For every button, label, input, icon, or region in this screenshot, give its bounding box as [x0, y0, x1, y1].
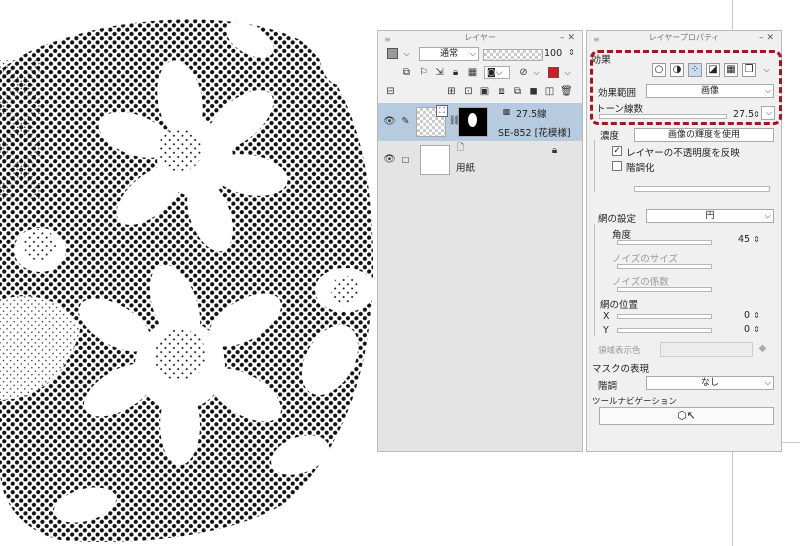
angle-slider[interactable]	[617, 240, 712, 245]
x-label: X	[603, 311, 610, 322]
trash-icon[interactable]: 🗑︎	[560, 85, 573, 98]
tool-nav-label: ツールナビゲーション	[592, 397, 677, 407]
chevron-down-icon: ⌵	[764, 211, 771, 220]
highlight-box	[590, 50, 782, 125]
new-raster-layer-icon[interactable]: ⊞	[445, 85, 458, 98]
layer-panel-titlebar: ≡ レイヤー –✕	[378, 31, 582, 45]
panel-grip-icon[interactable]: ≡	[384, 33, 391, 47]
mesh-settings-label: 網の設定	[598, 214, 637, 225]
close-icon[interactable]: ✕	[567, 33, 578, 43]
panel-grip-icon[interactable]: ≡	[593, 33, 600, 47]
reflect-opacity-label: レイヤーの不透明度を反映	[626, 148, 740, 159]
clip-layer-icon[interactable]: ⧉	[400, 66, 413, 79]
gradation-label: 階調	[598, 381, 618, 392]
eye-icon[interactable]: 👁︎	[383, 115, 396, 128]
layer-name: 用紙	[456, 163, 476, 174]
layer-menu-icon[interactable]: ⊟	[384, 85, 397, 98]
spinner-icon[interactable]: ⇕	[750, 233, 763, 246]
combine-layer-icon[interactable]: ⧉	[511, 85, 524, 98]
eye-icon[interactable]: 👁︎	[383, 153, 396, 166]
noise-factor-label: ノイズの係数	[612, 277, 669, 288]
spinner-icon[interactable]: ⇕	[565, 46, 578, 59]
angle-label: 角度	[612, 230, 632, 241]
paper-thumbnail	[420, 145, 450, 175]
mask-label: マスクの表現	[592, 364, 650, 375]
pen-icon[interactable]: ✎	[399, 115, 412, 128]
mask-layer-icon[interactable]: ◼	[527, 85, 540, 98]
lock-icon[interactable]: 🔒︎	[449, 66, 462, 79]
apply-mask-icon[interactable]: ◫	[543, 85, 556, 98]
new-folder-icon[interactable]: ▣	[478, 85, 491, 98]
reflect-opacity-checkbox[interactable]: ✓	[612, 146, 622, 156]
layer-name: SE-852 [花模様]	[498, 128, 571, 139]
tool-nav-button[interactable]: ⬡↖	[599, 407, 774, 425]
blend-mode-select[interactable]: 通常 ⌵	[419, 47, 479, 61]
noise-size-slider[interactable]	[617, 264, 712, 269]
layer-panel: ≡ レイヤー –✕ ⌵ 通常 ⌵ 100 ⇕ ⧉ ⚐ ⇲ 🔒︎ ▦ ◙⌵ ⊘ ⌵ …	[377, 30, 583, 452]
chevron-down-icon[interactable]: ⌵	[561, 66, 574, 79]
x-slider[interactable]	[617, 314, 712, 319]
group-line	[594, 224, 595, 336]
reference-layer-icon[interactable]: ⚐	[417, 66, 430, 79]
posterize-slider[interactable]	[634, 186, 770, 192]
paint-bucket-icon[interactable]: ◆	[756, 342, 769, 355]
chevron-down-icon: ⌵	[764, 378, 771, 387]
layer-color-swatch[interactable]	[387, 48, 398, 59]
chevron-down-icon[interactable]: ⌵	[530, 66, 543, 79]
gradation-select[interactable]: なし ⌵	[646, 376, 774, 390]
lock-transparency-icon[interactable]: ▦	[466, 66, 479, 79]
spinner-icon[interactable]: ⇕	[750, 309, 763, 322]
posterize-checkbox[interactable]	[612, 161, 622, 171]
mask-thumbnail	[458, 107, 488, 137]
group-line	[594, 140, 595, 192]
mesh-shape-select[interactable]: 円 ⌵	[646, 209, 774, 223]
layer-panel-title: レイヤー	[464, 33, 496, 42]
density-label: 濃度	[600, 131, 620, 142]
mask-apply-icon[interactable]: ⊘	[517, 66, 530, 79]
chevron-down-icon[interactable]: ⌵	[400, 47, 413, 60]
layer-list-empty	[378, 179, 582, 451]
angle-value[interactable]: 45	[738, 234, 750, 245]
lock-icon[interactable]: 🔒︎	[548, 144, 561, 157]
y-slider[interactable]	[617, 328, 712, 333]
layer-tone-lines: 27.5線	[516, 109, 547, 120]
object-select-icon: ⬡↖	[677, 409, 696, 422]
layer-row-paper[interactable]: 👁︎ □ 🗋 用紙 🔒︎	[378, 141, 582, 179]
gradation-value: なし	[700, 378, 719, 388]
edit-target-box[interactable]: □	[399, 153, 412, 166]
layer-row-tone[interactable]: 👁︎ ✎ ⛶ ⛓ ▩ 27.5線 SE-852 [花模様]	[378, 103, 582, 141]
density-select[interactable]: 画像の輝度を使用	[634, 128, 774, 142]
close-icon[interactable]: ✕	[766, 33, 777, 43]
new-vector-layer-icon[interactable]: ⊡	[462, 85, 475, 98]
opacity-slider[interactable]	[483, 49, 543, 61]
noise-factor-slider[interactable]	[617, 287, 712, 292]
chevron-down-icon: ⌵	[469, 49, 476, 58]
layer-main-color[interactable]	[548, 67, 559, 78]
tone-pattern-icon: ▩	[502, 107, 511, 116]
draft-layer-icon[interactable]: ⇲	[433, 66, 446, 79]
spinner-icon[interactable]: ⇕	[750, 323, 763, 336]
tone-icon: ⛶	[436, 105, 448, 117]
density-value: 画像の輝度を使用	[667, 130, 740, 140]
transfer-down-icon[interactable]: ⧈	[495, 85, 508, 98]
area-color-swatch[interactable]	[660, 342, 753, 357]
area-color-label: 領域表示色	[598, 346, 641, 356]
y-label: Y	[603, 325, 609, 336]
mesh-position-label: 網の位置	[600, 300, 639, 311]
property-panel-title: レイヤープロパティ	[648, 33, 720, 42]
noise-size-label: ノイズのサイズ	[612, 254, 678, 265]
mask-dropdown[interactable]: ◙⌵	[484, 66, 510, 79]
halftone-image	[0, 19, 375, 542]
opacity-value[interactable]: 100	[544, 48, 562, 59]
mesh-shape-value: 円	[705, 211, 715, 221]
paper-icon: 🗋	[456, 143, 465, 153]
blend-mode-value: 通常	[439, 49, 458, 59]
posterize-label: 階調化	[626, 163, 655, 174]
property-panel-titlebar: ≡ レイヤープロパティ –✕	[587, 31, 781, 45]
canvas-area[interactable]	[0, 0, 380, 546]
